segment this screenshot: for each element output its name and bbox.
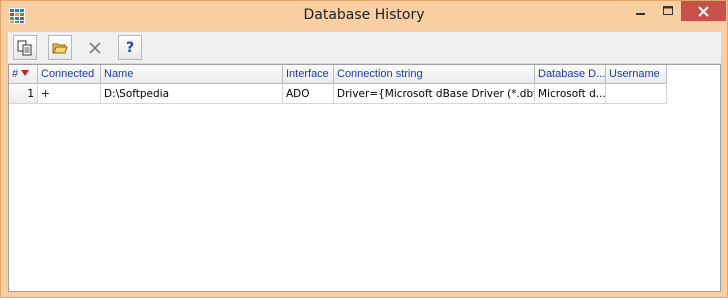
copy-button[interactable]: [13, 35, 37, 60]
help-icon: ?: [125, 39, 135, 56]
maximize-icon: [662, 6, 673, 15]
cell-connection-string[interactable]: Driver={Microsoft dBase Driver (*.dbf...: [334, 85, 535, 104]
column-header-interface[interactable]: Interface: [283, 65, 334, 84]
cell-interface[interactable]: ADO: [283, 85, 334, 104]
sort-descending-icon: [21, 70, 30, 76]
title-bar[interactable]: Database History: [1, 1, 727, 31]
window-title: Database History: [303, 7, 425, 23]
help-button[interactable]: ?: [118, 35, 142, 60]
column-header-connected[interactable]: Connected: [38, 65, 101, 84]
close-icon: [698, 5, 709, 17]
maximize-button[interactable]: [654, 1, 681, 21]
minimize-button[interactable]: [627, 1, 654, 21]
column-header-connection-string[interactable]: Connection string: [334, 65, 535, 84]
row-number: 1: [9, 85, 38, 104]
cell-name[interactable]: D:\Softpedia: [101, 85, 283, 104]
minimize-icon: [635, 13, 645, 15]
column-header-label: #: [12, 68, 19, 80]
history-grid[interactable]: # Connected Name Interface Connection st…: [8, 64, 721, 292]
column-header-username[interactable]: Username: [606, 65, 667, 84]
column-header-name[interactable]: Name: [101, 65, 283, 84]
delete-x-icon: [89, 41, 101, 54]
toolbar: ?: [8, 32, 721, 64]
cell-username[interactable]: [606, 85, 667, 104]
cell-connected[interactable]: +: [38, 85, 101, 104]
delete-button[interactable]: [83, 35, 107, 60]
column-header-database-driver[interactable]: Database D...: [535, 65, 606, 84]
close-button[interactable]: [681, 1, 726, 21]
folder-open-icon: [52, 43, 68, 53]
open-button[interactable]: [48, 35, 72, 60]
copy-icon: [17, 40, 32, 55]
cell-database-driver[interactable]: Microsoft d...: [535, 85, 606, 104]
database-history-window: Database History ? # Connected Name Inte…: [0, 0, 728, 298]
column-header-number[interactable]: #: [9, 65, 38, 84]
